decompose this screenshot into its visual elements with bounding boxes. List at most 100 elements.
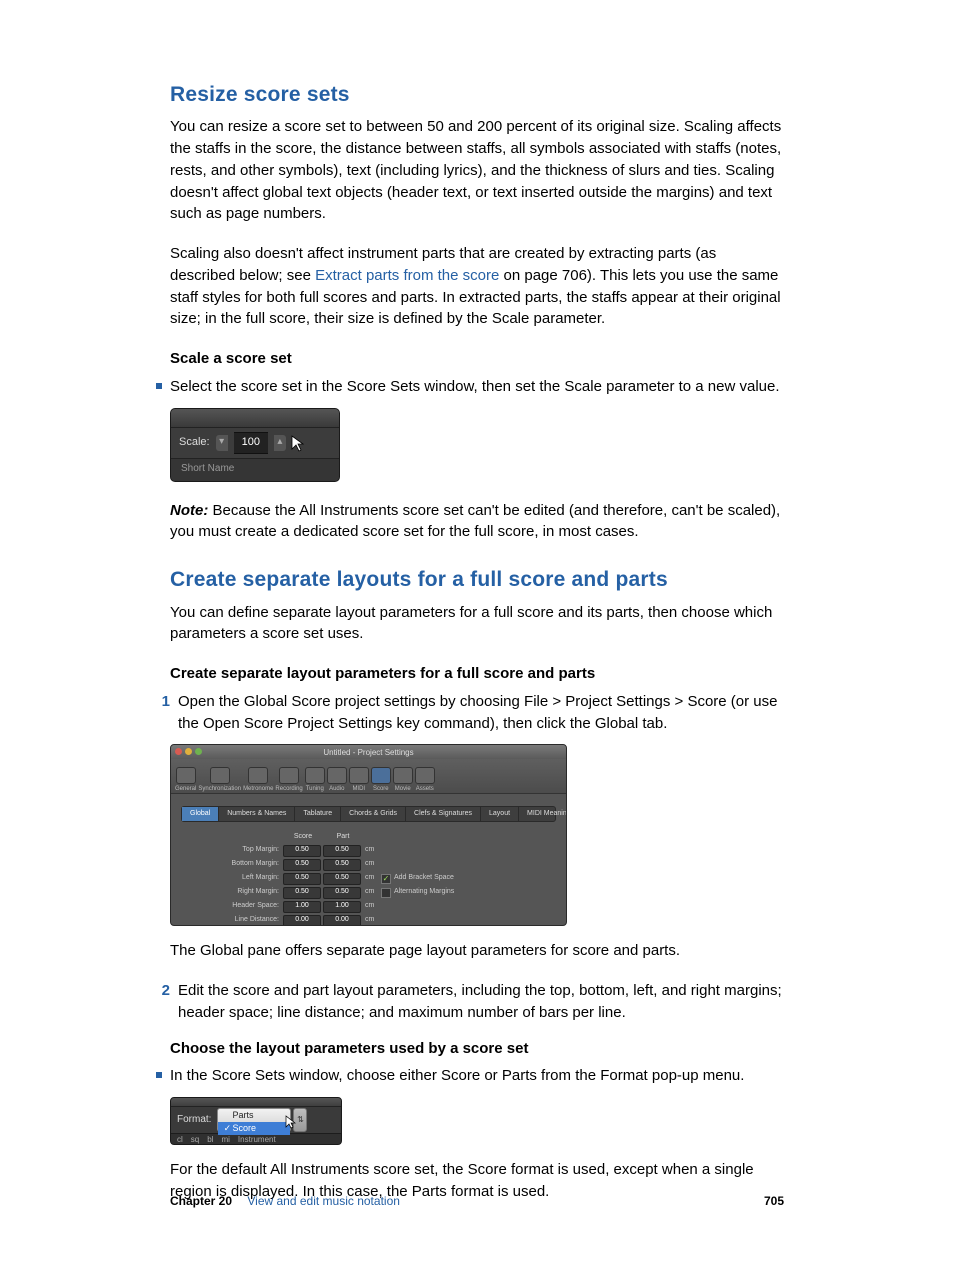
toolbar-item-label: Tuning [306, 785, 324, 794]
score-icon [371, 767, 391, 784]
popup-option-parts[interactable]: Parts [218, 1109, 290, 1122]
checkbox-label: Add Bracket Space [394, 873, 454, 883]
tab-numbers-names[interactable]: Numbers & Names [219, 807, 295, 821]
toolbar-item-synchronization[interactable]: Synchronization [198, 767, 241, 794]
checkbox[interactable]: ✓ [381, 874, 391, 884]
score-value-field[interactable]: 0.50 [283, 873, 321, 885]
assets-icon [415, 767, 435, 784]
tab-layout[interactable]: Layout [481, 807, 519, 821]
row-label: Top Margin: [185, 845, 283, 855]
figure-scale-panel: Scale: ▾ 100 ▴ Short Name [170, 408, 340, 482]
score-value-field[interactable]: 1.00 [283, 901, 321, 913]
row-label: Right Margin: [185, 887, 283, 897]
format-label: Format: [171, 1107, 217, 1133]
step-text: Edit the score and part layout parameter… [178, 980, 784, 1024]
toolbar-item-label: Metronome [243, 785, 273, 794]
toolbar-item-label: Recording [275, 785, 302, 794]
midi-icon [349, 767, 369, 784]
column-header: bl [207, 1134, 213, 1145]
toolbar-item-score[interactable]: Score [371, 767, 391, 794]
figure-caption: The Global pane offers separate page lay… [170, 940, 784, 962]
unit-label: cm [363, 845, 381, 855]
unit-label: cm [363, 859, 381, 869]
cursor-icon [292, 436, 306, 450]
zoom-icon[interactable] [195, 748, 202, 755]
scale-value-field[interactable]: 100 [234, 432, 268, 454]
toolbar-item-midi[interactable]: MIDI [349, 767, 369, 794]
body-paragraph: You can define separate layout parameter… [170, 602, 784, 646]
figure-format-popup: Format: Parts ✓Score ⇅ clsqblmiInstrumen… [170, 1097, 342, 1145]
tab-global[interactable]: Global [182, 807, 219, 821]
movie-icon [393, 767, 413, 784]
window-titlebar: Untitled - Project Settings [171, 745, 566, 759]
heading-resize-score-sets: Resize score sets [170, 80, 784, 110]
column-header: cl [177, 1134, 183, 1145]
settings-grid: ScorePartTop Margin:0.500.50cmBottom Mar… [171, 828, 566, 926]
tab-chords-grids[interactable]: Chords & Grids [341, 807, 406, 821]
tuning-icon [305, 767, 325, 784]
short-name-label: Short Name [171, 459, 339, 481]
toolbar-item-metronome[interactable]: Metronome [243, 767, 273, 794]
page-footer: Chapter 20 View and edit music notation … [170, 1193, 784, 1210]
step-text: Open the Global Score project settings b… [178, 691, 784, 735]
row-label: Line Distance: [185, 915, 283, 925]
stepper-increment-icon[interactable]: ▴ [274, 435, 286, 451]
score-value-field[interactable]: 0.50 [283, 859, 321, 871]
toolbar-item-assets[interactable]: Assets [415, 767, 435, 794]
subhead-choose-layout-params: Choose the layout parameters used by a s… [170, 1038, 784, 1060]
note-paragraph: Note: Because the All Instruments score … [170, 500, 784, 544]
toolbar-item-label: Assets [416, 785, 434, 794]
step-number: 2 [148, 980, 178, 1002]
step-number: 1 [148, 691, 178, 713]
part-value-field[interactable]: 0.00 [323, 915, 361, 927]
unit-label: cm [363, 887, 381, 897]
subhead-create-separate-layout-params: Create separate layout parameters for a … [170, 663, 784, 685]
part-value-field[interactable]: 0.50 [323, 845, 361, 857]
tab-bar: GlobalNumbers & NamesTablatureChords & G… [181, 806, 556, 822]
toolbar-item-general[interactable]: General [175, 767, 196, 794]
popup-option-score[interactable]: ✓Score [218, 1122, 290, 1135]
part-value-field[interactable]: 0.50 [323, 873, 361, 885]
toolbar-item-audio[interactable]: Audio [327, 767, 347, 794]
toolbar-item-recording[interactable]: Recording [275, 767, 302, 794]
minimize-icon[interactable] [185, 748, 192, 755]
page-number: 705 [764, 1193, 784, 1210]
step-item: 1 Open the Global Score project settings… [170, 691, 784, 735]
column-header: sq [191, 1134, 199, 1145]
tab-clefs-signatures[interactable]: Clefs & Signatures [406, 807, 481, 821]
format-popup-menu[interactable]: Parts ✓Score [217, 1108, 291, 1132]
tab-tablature[interactable]: Tablature [295, 807, 341, 821]
note-text: Because the All Instruments score set ca… [170, 502, 780, 541]
column-header-row: clsqblmiInstrument [171, 1133, 341, 1145]
general-icon [176, 767, 196, 784]
row-label: Header Space: [185, 901, 283, 911]
unit-label: cm [363, 915, 381, 925]
bullet-text: In the Score Sets window, choose either … [170, 1065, 784, 1087]
checkbox[interactable] [381, 888, 391, 898]
toolbar-item-tuning[interactable]: Tuning [305, 767, 325, 794]
chapter-label: Chapter 20 [170, 1194, 232, 1208]
score-value-field[interactable]: 0.00 [283, 915, 321, 927]
note-label: Note: [170, 502, 208, 519]
score-value-field[interactable]: 0.50 [283, 845, 321, 857]
part-value-field[interactable]: 1.00 [323, 901, 361, 913]
part-value-field[interactable]: 0.50 [323, 859, 361, 871]
tab-midi-meaning[interactable]: MIDI Meaning [519, 807, 567, 821]
part-value-field[interactable]: 0.50 [323, 887, 361, 899]
toolbar-item-movie[interactable]: Movie [393, 767, 413, 794]
subhead-scale-a-score-set: Scale a score set [170, 348, 784, 370]
unit-label: cm [363, 873, 381, 883]
window-titlebar [171, 409, 339, 428]
toolbar-item-label: General [175, 785, 196, 794]
stepper-decrement-icon[interactable]: ▾ [216, 435, 228, 451]
audio-icon [327, 767, 347, 784]
bullet-item: Select the score set in the Score Sets w… [170, 376, 784, 398]
column-header-part: Part [323, 832, 363, 842]
window-traffic-lights[interactable] [175, 748, 202, 755]
bullet-text: Select the score set in the Score Sets w… [170, 376, 784, 398]
score-value-field[interactable]: 0.50 [283, 887, 321, 899]
row-label: Bottom Margin: [185, 859, 283, 869]
link-extract-parts[interactable]: Extract parts from the score [315, 267, 499, 284]
close-icon[interactable] [175, 748, 182, 755]
heading-create-separate-layouts: Create separate layouts for a full score… [170, 565, 784, 595]
